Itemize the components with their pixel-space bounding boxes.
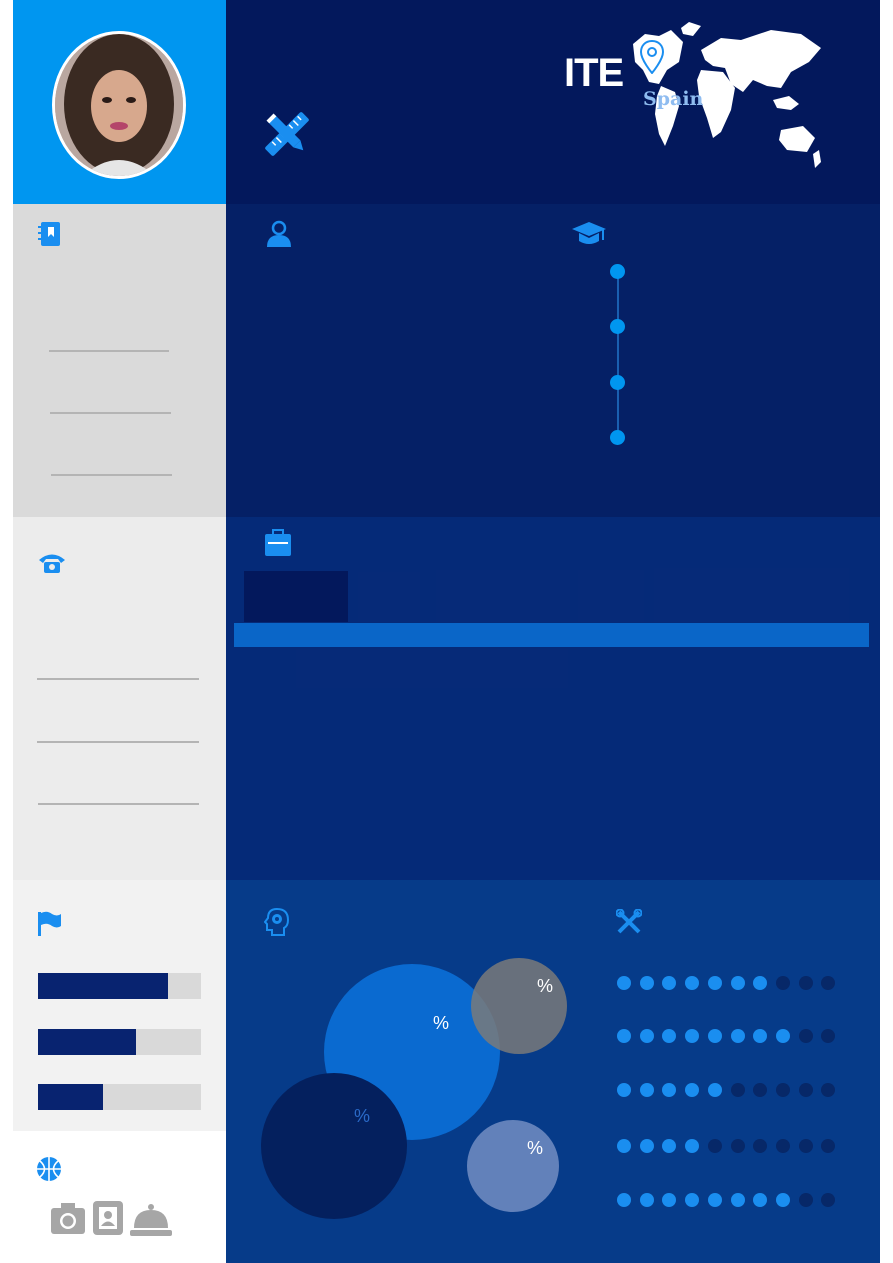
- skill-dot: [798, 976, 813, 990]
- bubble-label: %: [527, 1138, 544, 1158]
- contact-card-icon: [92, 1200, 124, 1241]
- bubble-label: %: [354, 1106, 371, 1126]
- skill-dot: [639, 976, 654, 990]
- skill-dot: [685, 1139, 700, 1153]
- service-bell-icon: [130, 1203, 172, 1242]
- divider: [50, 412, 171, 414]
- location-pin-icon: [639, 39, 665, 79]
- bubble: [471, 958, 567, 1054]
- tools-icon: [615, 908, 643, 940]
- bubble-label: %: [537, 976, 554, 996]
- skill-dot: [730, 1029, 745, 1043]
- skill-dot: [775, 1083, 790, 1097]
- divider: [51, 474, 172, 476]
- skill-dot: [617, 1139, 631, 1153]
- experience-block: [578, 570, 644, 622]
- experience-band: [234, 623, 869, 647]
- skill-dot: [617, 1083, 631, 1097]
- basketball-icon: [36, 1156, 62, 1187]
- timeline-line: [617, 272, 619, 440]
- skill-dot: [775, 1193, 790, 1207]
- user-icon: [265, 220, 293, 253]
- experience-block: [296, 649, 568, 688]
- skill-dot: [730, 1193, 745, 1207]
- left-panel-hobbies: [13, 1131, 226, 1263]
- skill-dot: [685, 976, 700, 990]
- skill-dot: [730, 976, 745, 990]
- skill-dot: [707, 1083, 722, 1097]
- notebook-icon: [38, 221, 62, 252]
- language-bar-fill: [38, 1029, 136, 1055]
- experience-block: [358, 572, 420, 622]
- skill-dot: [617, 976, 631, 990]
- language-bar-track: [38, 1084, 201, 1110]
- skill-dot: [707, 1139, 722, 1153]
- skill-dot: [685, 1083, 700, 1097]
- flag-icon: [37, 911, 63, 942]
- skill-dot: [798, 1139, 813, 1153]
- language-bar-track: [38, 973, 201, 999]
- skill-dot: [707, 1193, 722, 1207]
- skill-dot: [798, 1029, 813, 1043]
- language-bar-track: [38, 1029, 201, 1055]
- divider: [38, 803, 199, 805]
- profile-photo: [52, 31, 186, 179]
- timeline-dot: [610, 264, 625, 279]
- timeline-dot: [610, 319, 625, 334]
- experience-block: [654, 568, 849, 622]
- divider: [49, 350, 169, 352]
- skill-dot: [639, 1193, 654, 1207]
- graduation-cap-icon: [571, 221, 607, 252]
- bubble: [467, 1120, 559, 1212]
- map-location-label: Spain: [643, 88, 704, 110]
- pencil-ruler-icon: [263, 110, 311, 163]
- camera-icon: [50, 1201, 86, 1240]
- skill-dot: [798, 1083, 813, 1097]
- briefcase-icon: [264, 529, 292, 562]
- skill-dot: [798, 1193, 813, 1207]
- skill-dot: [617, 1193, 631, 1207]
- brain-gear-icon: [263, 907, 290, 941]
- skill-dot: [730, 1139, 745, 1153]
- bubble-label: %: [433, 1013, 450, 1033]
- skill-dot: [730, 1083, 745, 1097]
- skill-dot: [775, 1029, 790, 1043]
- skill-dot: [639, 1029, 654, 1043]
- language-bar-fill: [38, 973, 169, 999]
- skill-dot: [617, 1029, 631, 1043]
- phone-icon: [37, 551, 67, 580]
- skill-dot: [775, 1139, 790, 1153]
- divider: [37, 741, 199, 743]
- bubble-chart: [258, 948, 568, 1230]
- skill-dot: [639, 1139, 654, 1153]
- experience-block: [244, 571, 348, 622]
- timeline-dot: [610, 375, 625, 390]
- skill-dot: [707, 1029, 722, 1043]
- skill-dot: [775, 976, 790, 990]
- profile-education-panel: [226, 204, 880, 517]
- timeline-dot: [610, 430, 625, 445]
- divider: [37, 678, 199, 680]
- language-bar-fill: [38, 1084, 104, 1110]
- skill-dot: [707, 976, 722, 990]
- skill-dot: [685, 1193, 700, 1207]
- experience-block: [436, 570, 570, 622]
- bubble: [261, 1073, 407, 1219]
- skill-dot: [639, 1083, 654, 1097]
- skill-dot: [685, 1029, 700, 1043]
- header-title-fragment: ITE: [564, 51, 624, 95]
